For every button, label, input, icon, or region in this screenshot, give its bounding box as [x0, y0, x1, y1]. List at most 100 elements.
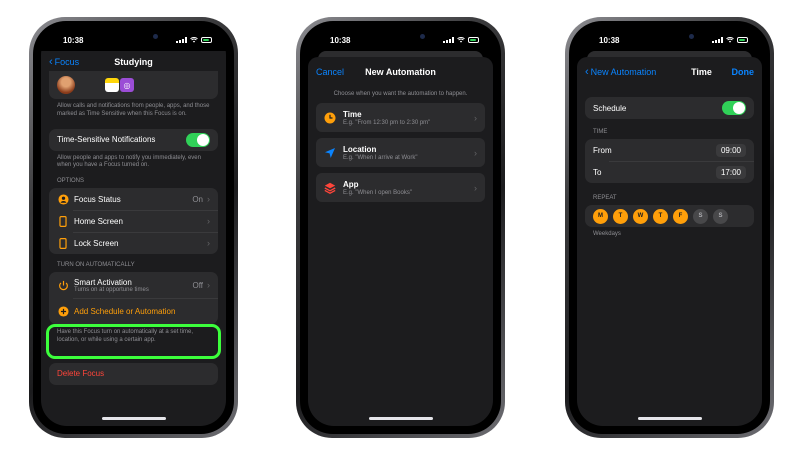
day-monday[interactable]: M: [593, 208, 608, 224]
time-sensitive-row: Time-Sensitive Notifications: [49, 129, 218, 151]
screen: 10:38 ‹ New Automation Time Done Schedule…: [577, 29, 762, 426]
done-button[interactable]: Done: [732, 67, 755, 77]
highlight-frame: [46, 324, 221, 359]
delete-focus-label: Delete Focus: [57, 369, 105, 379]
person-circle-icon: [57, 193, 69, 205]
automation-time[interactable]: Time E.g. "From 12:30 pm to 2:30 pm" ›: [316, 103, 485, 132]
option-home-screen[interactable]: Home Screen ›: [49, 210, 218, 232]
nav-bar: Cancel New Automation: [308, 57, 493, 87]
battery-icon: [201, 37, 212, 43]
automation-sub: E.g. "When I open Books": [343, 189, 412, 196]
phone-bezel: 10:38 Cancel New Automation Choose when …: [300, 21, 501, 434]
automation-title: App: [343, 179, 359, 189]
repeat-summary: Weekdays: [593, 231, 621, 237]
from-row[interactable]: From 09:00: [585, 139, 754, 161]
from-time-picker[interactable]: 09:00: [715, 143, 746, 157]
power-icon: [57, 279, 69, 291]
chevron-right-icon: ›: [207, 194, 210, 205]
to-row[interactable]: To 17:00: [585, 161, 754, 183]
automation-sheet: Cancel New Automation Choose when you wa…: [308, 57, 493, 426]
back-button[interactable]: ‹ New Automation: [585, 65, 656, 78]
allow-description: Allow calls and notifications from peopl…: [57, 103, 210, 117]
status-time: 10:38: [330, 35, 351, 45]
options-group: Focus Status On › Home Screen › Lock Scr…: [49, 188, 218, 255]
schedule-group: Schedule: [585, 97, 754, 119]
day-saturday[interactable]: S: [693, 208, 708, 224]
automation-title: Time: [343, 109, 362, 119]
battery-icon: [737, 37, 748, 43]
automation-sub: E.g. "From 12:30 pm to 2:30 pm": [343, 119, 431, 126]
automation-prompt: Choose when you want the automation to h…: [333, 91, 468, 97]
option-value: On: [192, 194, 203, 204]
time-sensitive-label: Time-Sensitive Notifications: [57, 135, 156, 145]
plus-circle-icon: [57, 305, 69, 317]
smart-activation-row[interactable]: Smart Activation Turns on at opportune t…: [49, 272, 218, 298]
add-schedule-label: Add Schedule or Automation: [74, 306, 176, 316]
clock-icon: [324, 112, 336, 124]
smart-activation-value: Off: [192, 280, 203, 290]
contact-avatar: [57, 76, 75, 94]
day-friday[interactable]: F: [673, 208, 688, 224]
chevron-right-icon: ›: [474, 112, 477, 123]
schedule-toggle[interactable]: [722, 101, 746, 115]
automation-group: Smart Activation Turns on at opportune t…: [49, 272, 218, 325]
day-tuesday[interactable]: T: [613, 208, 628, 224]
option-label: Home Screen: [74, 216, 123, 226]
schedule-row: Schedule: [585, 97, 754, 119]
day-sunday[interactable]: S: [713, 208, 728, 224]
add-schedule-row[interactable]: Add Schedule or Automation: [49, 298, 218, 324]
home-indicator: [368, 417, 433, 420]
repeat-header: REPEAT: [593, 195, 617, 201]
back-button[interactable]: ‹ Focus: [49, 56, 79, 68]
repeat-group: M T W T F S S: [585, 205, 754, 227]
to-label: To: [593, 167, 602, 177]
phone-icon: [57, 237, 69, 249]
phone-new-automation: 10:38 Cancel New Automation Choose when …: [296, 17, 505, 438]
day-thursday[interactable]: T: [653, 208, 668, 224]
automation-sub: E.g. "When I arrive at Work": [343, 154, 418, 161]
option-focus-status[interactable]: Focus Status On ›: [49, 188, 218, 210]
auto-header: TURN ON AUTOMATICALLY: [57, 262, 135, 269]
allowed-apps-group[interactable]: ◎: [49, 71, 218, 99]
nav-title: Time: [691, 67, 712, 77]
chevron-right-icon: ›: [207, 238, 210, 249]
automation-app[interactable]: App E.g. "When I open Books" ›: [316, 173, 485, 202]
automation-title: Location: [343, 144, 377, 154]
signal-icon: [443, 37, 454, 43]
signal-icon: [712, 37, 723, 43]
status-bar: 10:38: [41, 29, 226, 51]
to-time-picker[interactable]: 17:00: [715, 165, 746, 179]
time-sensitive-description: Allow people and apps to notify you imme…: [57, 154, 201, 169]
delete-focus-button[interactable]: Delete Focus: [49, 363, 218, 385]
time-sensitive-toggle[interactable]: [186, 132, 210, 147]
podcasts-app-icon: ◎: [120, 78, 134, 92]
nav-title: New Automation: [365, 67, 436, 77]
option-label: Lock Screen: [74, 238, 119, 248]
chevron-right-icon: ›: [474, 147, 477, 158]
day-wednesday[interactable]: W: [633, 208, 648, 224]
cancel-button[interactable]: Cancel: [316, 67, 344, 77]
status-bar: 10:38: [577, 29, 762, 51]
wifi-icon: [457, 37, 465, 43]
chevron-right-icon: ›: [207, 216, 210, 227]
day-selector: M T W T F S S: [585, 205, 754, 227]
wifi-icon: [726, 37, 734, 43]
time-sheet: ‹ New Automation Time Done Schedule TIME …: [577, 57, 762, 426]
smart-activation-sub: Turns on at opportune times: [74, 286, 149, 293]
signal-icon: [176, 37, 187, 43]
chevron-right-icon: ›: [474, 182, 477, 193]
from-label: From: [593, 145, 612, 155]
notes-app-icon: [105, 78, 119, 92]
home-indicator: [637, 417, 702, 420]
chevron-left-icon: ‹: [585, 65, 589, 78]
nav-bar: ‹ New Automation Time Done: [577, 57, 762, 87]
option-lock-screen[interactable]: Lock Screen ›: [49, 232, 218, 254]
automation-location[interactable]: Location E.g. "When I arrive at Work" ›: [316, 138, 485, 167]
status-time: 10:38: [599, 35, 620, 45]
home-indicator: [101, 417, 166, 420]
screen: 10:38 Cancel New Automation Choose when …: [308, 29, 493, 426]
phone-bezel: 10:38 ‹ Focus Studying ◎ Allow calls and …: [33, 21, 234, 434]
phone-bezel: 10:38 ‹ New Automation Time Done Schedule…: [569, 21, 770, 434]
phone-focus-settings: 10:38 ‹ Focus Studying ◎ Allow calls and …: [29, 17, 238, 438]
phone-icon: [57, 215, 69, 227]
